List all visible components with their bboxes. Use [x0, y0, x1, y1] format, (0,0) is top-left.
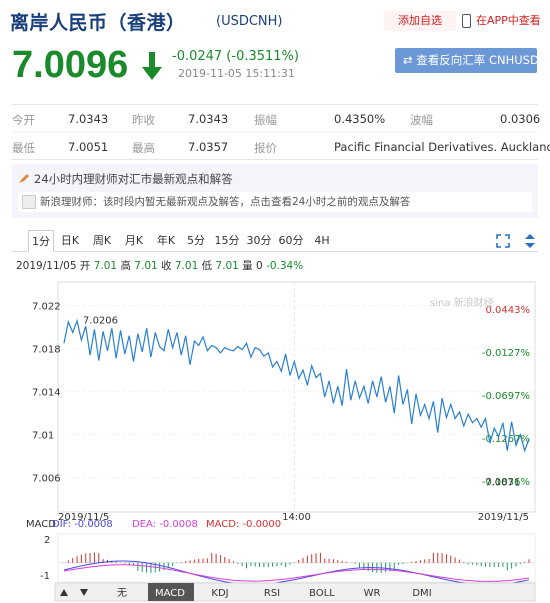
indicator-tab[interactable]: RSI [264, 588, 280, 599]
y-tick-label: 7.022 [32, 302, 61, 313]
high-label: 最高 [132, 141, 155, 155]
source-label: 报价 [254, 141, 277, 155]
chart-period-tabs: 1分 日K 周K 月K 年K 5分 15分 30分 60分 4H [12, 230, 538, 252]
indicator-tab[interactable]: BOLL [309, 588, 335, 599]
arrow-down-icon [142, 52, 162, 80]
bar-vol: 0 [256, 260, 263, 272]
tab-period[interactable]: 周K [86, 230, 118, 252]
y-tick-label: 7.018 [32, 345, 61, 356]
low-value: 7.0051 [68, 140, 109, 154]
bar-open: 7.01 [93, 260, 118, 272]
quote-time: 2019-11-05 15:11:31 [178, 67, 295, 80]
bar-vol-label: 量 [242, 260, 253, 272]
tab-period[interactable]: 30分 [244, 230, 274, 252]
add-watchlist-button[interactable]: 添加自选 [384, 11, 456, 31]
indicator-tab[interactable]: KDJ [211, 588, 228, 599]
y-tick-label: 7.006 [32, 474, 61, 485]
open-label: 今开 [12, 113, 35, 127]
notice-title: 24小时内理财师对汇市最新观点和解答 [34, 172, 233, 186]
bar-date: 2019/11/05 [16, 260, 77, 272]
bar-quote-line: 2019/11/05 开 7.01 高 7.01 收 7.01 低 7.01 量… [16, 258, 303, 273]
page-title: 离岸人民币（香港） [10, 12, 186, 34]
phone-icon [462, 14, 471, 28]
header: 离岸人民币（香港） (USDCNH) 添加自选 在APP中查看 [10, 8, 546, 34]
tab-period[interactable]: 年K [150, 230, 182, 252]
low-label: 最低 [12, 141, 35, 155]
macd-frame [57, 533, 536, 583]
currency-code: (USDCNH) [216, 14, 283, 29]
notice-body-link[interactable]: 新浪理财师：该时段内暂无最新观点及解答，点击查看24小时之前的观点及解答 [18, 192, 532, 212]
fullscreen-icon[interactable] [496, 234, 510, 248]
low-annotation: 7.0071 [485, 478, 520, 489]
stats-row: 今开 7.0343 昨收 7.0343 振幅 0.4350% 波幅 0.0306 [12, 105, 541, 132]
bar-low: 7.01 [215, 260, 239, 272]
stats-row: 最低 7.0051 最高 7.0357 报价 Pacific Financial… [12, 132, 550, 159]
tab-period[interactable]: 月K [118, 230, 150, 252]
advisor-notice: 24小时内理财师对汇市最新观点和解答 新浪理财师：该时段内暂无最新观点及解答，点… [12, 164, 538, 218]
tab-period[interactable]: 15分 [210, 230, 244, 252]
tab-period[interactable]: 日K [54, 230, 86, 252]
avatar [22, 195, 36, 209]
open-value: 7.0343 [68, 112, 109, 126]
scroll-arrows-icon[interactable] [524, 233, 536, 249]
dif-label: DIF: -0.0008 [52, 519, 113, 530]
y-tick-label: 7.014 [32, 388, 61, 399]
tab-period[interactable]: 1分 [28, 230, 54, 252]
stats-table: 今开 7.0343 昨收 7.0343 振幅 0.4350% 波幅 0.0306… [12, 104, 550, 160]
macd-tick-label: 2 [44, 535, 50, 546]
bar-close: 7.01 [174, 260, 199, 272]
bar-open-label: 开 [79, 260, 91, 272]
prev-close-value: 7.0343 [188, 112, 229, 126]
source-value: Pacific Financial Derivatives. Auckland [334, 140, 550, 154]
pen-icon [19, 174, 29, 183]
swap-icon: ⇄ [403, 53, 417, 67]
price-chart[interactable]: 7.0227.0187.0147.017.0060.0443%-0.0127%-… [0, 276, 550, 603]
high-annotation: 7.0206 [83, 316, 118, 327]
pct-tick-label: -0.0127% [482, 348, 530, 359]
indicator-tab[interactable]: 无 [117, 588, 127, 599]
tab-period[interactable]: 5分 [182, 230, 210, 252]
wave-label: 波幅 [410, 113, 433, 127]
y-tick-label: 7.01 [32, 431, 54, 442]
tab-period[interactable]: 60分 [274, 230, 308, 252]
indicator-tab[interactable]: MACD [155, 588, 185, 599]
macd-value-label: MACD: -0.0000 [206, 519, 281, 530]
open-app-link[interactable]: 在APP中查看 [462, 11, 548, 31]
prev-close-label: 昨收 [132, 113, 155, 127]
amplitude-value: 0.4350% [334, 112, 386, 126]
x-tick-label: 14:00 [282, 512, 311, 523]
notice-text: 新浪理财师：该时段内暂无最新观点及解答，点击查看24小时之前的观点及解答 [40, 196, 411, 208]
bar-pct: -0.34% [266, 260, 304, 272]
indicator-tab-bar [54, 582, 536, 602]
bar-high-label: 高 [120, 260, 131, 272]
dea-label: DEA: -0.0008 [132, 519, 198, 530]
price-change: -0.0247 (-0.3511%) [172, 49, 299, 64]
pct-tick-label: -0.0697% [482, 391, 530, 402]
watermark-logo: sina 新浪财经 [430, 296, 494, 309]
bar-high: 7.01 [134, 260, 158, 272]
macd-tick-label: -1 [40, 571, 50, 582]
wave-value: 0.0306 [500, 112, 541, 126]
bar-low-label: 低 [201, 260, 213, 272]
bar-close-label: 收 [161, 260, 172, 272]
high-value: 7.0357 [188, 140, 229, 154]
reverse-rate-button[interactable]: ⇄ 查看反向汇率 CNHUSD [395, 48, 539, 73]
indicator-tab[interactable]: DMI [412, 588, 431, 599]
current-price: 7.0096 [12, 44, 129, 86]
amplitude-label: 振幅 [254, 113, 277, 127]
indicator-tab[interactable]: WR [364, 588, 381, 599]
x-tick-label: 2019/11/5 [478, 512, 529, 523]
tab-period[interactable]: 4H [308, 230, 336, 252]
reverse-rate-label: 查看反向汇率 CNHUSD [416, 53, 539, 67]
open-app-label: 在APP中查看 [476, 14, 541, 27]
